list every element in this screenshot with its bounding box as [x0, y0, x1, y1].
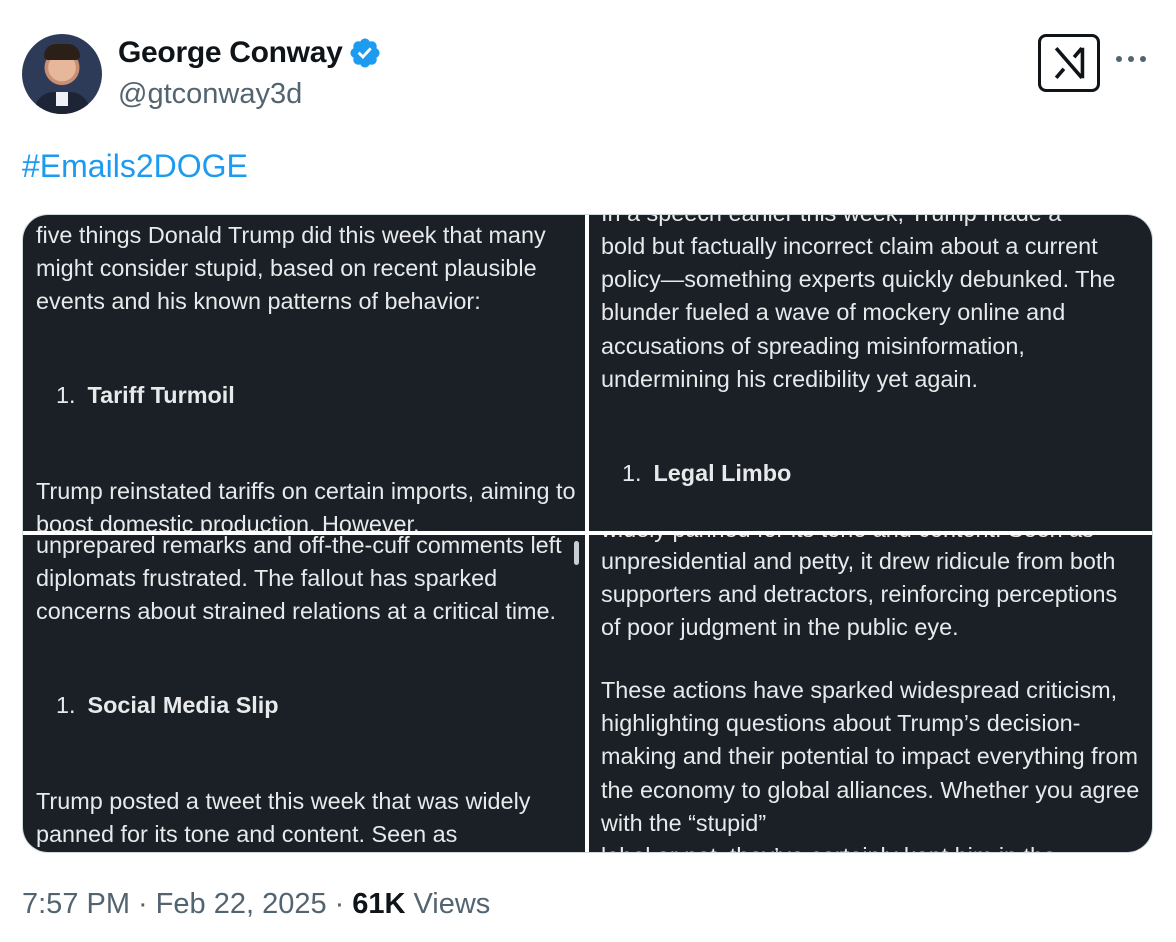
image-text: bold but factually incorrect claim about… [601, 233, 1116, 392]
media-grid[interactable]: five things Donald Trump did this week t… [22, 214, 1153, 853]
image-text: unprepared remarks and off-the-cuff comm… [36, 535, 562, 625]
separator: · [138, 888, 148, 920]
media-image-2[interactable]: In a speech earlier this week, Trump mad… [589, 215, 1152, 531]
media-image-4[interactable]: widely panned for its tone and content. … [589, 535, 1152, 852]
tweet-date[interactable]: Feb 22, 2025 [156, 888, 327, 921]
tweet-time[interactable]: 7:57 PM [22, 888, 130, 921]
image-text: In a speech earlier this week, Trump mad… [601, 215, 1141, 230]
more-icon[interactable] [1116, 56, 1146, 62]
image-text: five things Donald Trump did this week t… [36, 222, 546, 315]
list-item: 1. Legal Limbo [622, 460, 792, 486]
image-text: unpresidential and petty, it drew ridicu… [601, 548, 1118, 641]
author-name-row[interactable]: George Conway [118, 36, 382, 70]
image-text: Trump reinstated tariffs on certain impo… [36, 478, 576, 531]
separator: · [334, 888, 345, 920]
list-item: 1. Tariff Turmoil [56, 382, 235, 408]
views-label[interactable]: Views [413, 888, 490, 921]
views-count[interactable]: 61K [352, 888, 405, 921]
grok-icon[interactable] [1038, 34, 1100, 92]
verified-badge-icon [350, 38, 381, 68]
media-image-3[interactable]: unprepared remarks and off-the-cuff comm… [23, 535, 585, 852]
hashtag-link[interactable]: #Emails2DOGE [22, 148, 248, 185]
list-item: 1. Social Media Slip [56, 692, 279, 718]
image-text: label or not, they’ve certainly kept him… [601, 840, 1141, 852]
media-image-1[interactable]: five things Donald Trump did this week t… [23, 215, 585, 531]
avatar[interactable] [22, 34, 102, 114]
display-name[interactable]: George Conway [118, 36, 343, 70]
image-text: These actions have sparked widespread cr… [601, 677, 1140, 836]
author-handle[interactable]: @gtconway3d [118, 78, 302, 111]
tweet-meta: 7:57 PM · Feb 22, 2025 · 61K Views [22, 888, 490, 921]
image-text: Trump posted a tweet this week that was … [36, 788, 531, 848]
